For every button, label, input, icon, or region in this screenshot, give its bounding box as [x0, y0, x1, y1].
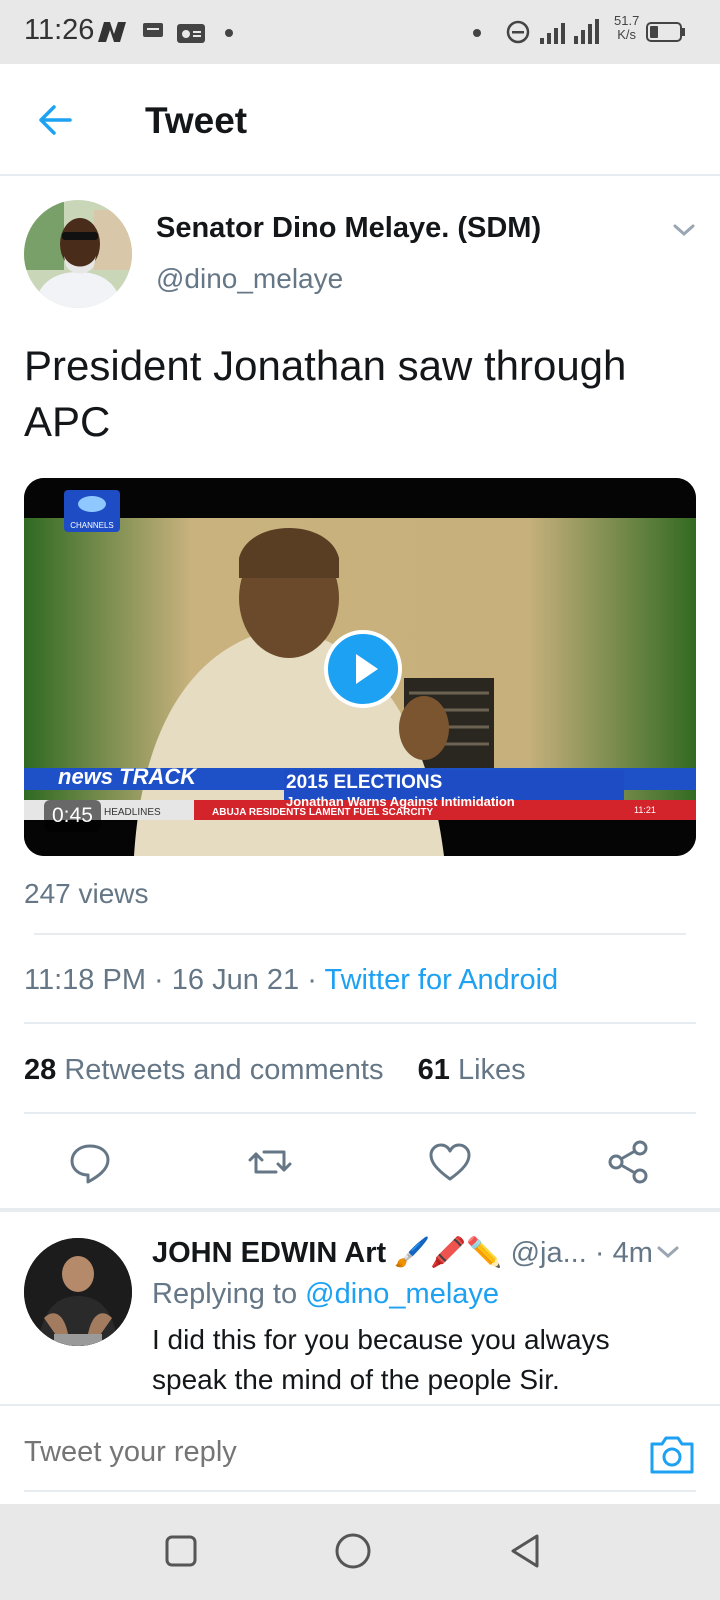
ticker-title: 2015 ELECTIONS — [286, 772, 442, 793]
divider — [24, 1022, 696, 1024]
reply-time: · 4m — [594, 1237, 653, 1269]
video-duration: 0:45 — [44, 800, 101, 832]
dnd-icon — [506, 20, 530, 44]
view-count: 247 views — [24, 878, 149, 909]
author-name[interactable]: Senator Dino Melaye. (SDM) — [156, 212, 541, 245]
back-nav-button[interactable] — [508, 1532, 542, 1570]
replying-to-prefix: Replying to — [152, 1278, 298, 1310]
divider — [34, 933, 686, 935]
tweet-time: 11:18 PM — [24, 964, 146, 996]
retweet-icon — [248, 1150, 292, 1174]
network-speed: 51.7 K/s — [614, 13, 640, 42]
app-header: Tweet — [0, 64, 720, 176]
radio-icon — [177, 24, 205, 43]
tweet-stats: 28 Retweets and comments 61 Likes — [24, 1054, 526, 1087]
replying-to: Replying to @dino_melaye — [152, 1278, 499, 1311]
notification-dot-icon — [225, 29, 233, 37]
share-button[interactable] — [604, 1138, 652, 1186]
triangle-back-icon — [511, 1534, 539, 1568]
reply-author-emoji: 🖌️🖍️✏️ — [394, 1237, 503, 1269]
n-logo-icon — [98, 22, 126, 42]
author-handle[interactable]: @dino_melaye — [156, 263, 343, 295]
reply-text: I did this for you because you always sp… — [152, 1324, 610, 1395]
reply-composer — [0, 1404, 720, 1504]
status-time: 11:26 — [24, 14, 95, 46]
likes-label: Likes — [457, 1054, 526, 1086]
reply-input[interactable] — [24, 1436, 584, 1469]
page-title: Tweet — [145, 100, 248, 141]
back-button[interactable] — [30, 94, 82, 146]
retweets-count: 28 — [24, 1054, 57, 1086]
play-button[interactable] — [324, 630, 402, 708]
meta-separator: · — [154, 964, 164, 996]
section-divider — [0, 1208, 720, 1212]
signal-icon — [540, 19, 599, 44]
reply-button[interactable] — [66, 1138, 114, 1186]
square-icon — [165, 1535, 197, 1567]
retweets-stat[interactable]: 28 Retweets and comments — [24, 1054, 383, 1086]
reply-author-handle[interactable]: @ja... — [511, 1237, 587, 1269]
ticker-label: HEADLINES — [104, 807, 161, 818]
reply-author-avatar[interactable] — [24, 1238, 132, 1346]
comment-icon — [70, 1144, 110, 1184]
likes-count: 61 — [417, 1054, 450, 1086]
camera-button[interactable] — [648, 1432, 696, 1476]
reply-header: JOHN EDWIN Art 🖌️🖍️✏️ @ja... · 4m — [152, 1236, 653, 1270]
message-icon — [143, 23, 163, 37]
home-button[interactable] — [334, 1532, 372, 1570]
ticker-clock: 11:21 — [634, 805, 656, 815]
circle-icon — [335, 1533, 371, 1569]
retweets-label: Retweets and comments — [64, 1054, 384, 1086]
reply-author-name[interactable]: JOHN EDWIN Art — [152, 1237, 386, 1269]
author-avatar[interactable] — [24, 200, 132, 308]
divider — [24, 1112, 696, 1114]
video-player[interactable]: CHANNELS news TRACK 2015 ELECTIONS Jonat… — [24, 478, 696, 856]
likes-stat[interactable]: 61 Likes — [418, 1054, 526, 1086]
meta-separator: · — [307, 964, 317, 996]
channel-logo-text: CHANNELS — [70, 521, 114, 530]
play-icon — [356, 654, 378, 684]
system-nav-bar — [0, 1504, 720, 1600]
tweet-menu-chevron-down-icon[interactable] — [670, 218, 698, 242]
battery-icon — [646, 22, 685, 42]
dot-icon — [473, 29, 481, 37]
status-bar: 11:26 51.7 K/s — [0, 0, 720, 64]
tweet-source-link[interactable]: Twitter for Android — [324, 964, 558, 996]
tweet-text: President Jonathan saw through APC — [24, 342, 627, 445]
composer-underline — [24, 1490, 696, 1492]
tweet-meta: 11:18 PM · 16 Jun 21 · Twitter for Andro… — [24, 964, 558, 997]
like-button[interactable] — [426, 1138, 474, 1186]
share-icon — [608, 1140, 648, 1184]
heart-icon — [429, 1143, 471, 1181]
replying-to-link[interactable]: @dino_melaye — [305, 1278, 499, 1310]
retweet-button[interactable] — [246, 1138, 294, 1186]
recent-apps-button[interactable] — [164, 1534, 198, 1568]
reply-menu-chevron-down-icon[interactable] — [654, 1240, 682, 1264]
tweet-date: 16 Jun 21 — [171, 964, 300, 996]
ticker-scroll-text: ABUJA RESIDENTS LAMENT FUEL SCARCITY — [212, 807, 433, 818]
camera-icon — [650, 1436, 694, 1474]
ticker-brand: news TRACK — [58, 764, 198, 789]
